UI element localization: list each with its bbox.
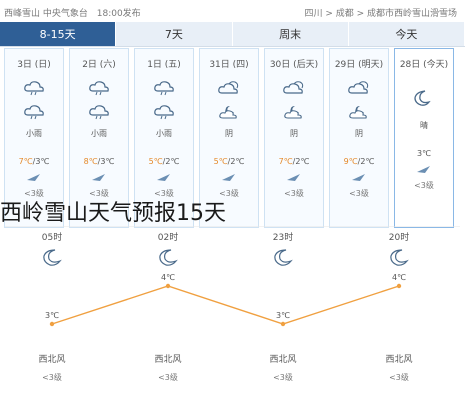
temp-point xyxy=(396,283,402,289)
publisher-text: 西峰雪山 中央气象台 18:00发布 xyxy=(4,6,141,19)
high-temp: 7℃ xyxy=(18,157,33,166)
wind-arrow-icon xyxy=(417,166,430,173)
hourly-forecast: 05时 3℃ 西北风 <3级 02时 4℃ 西北风 <3级 23时 3℃ 西北风 <3级 20时 4℃ 西北… xyxy=(0,226,465,400)
low-temp: /3℃ xyxy=(97,157,115,166)
low-temp: /2℃ xyxy=(357,157,375,166)
day-card-today[interactable]: 28日 (今天) 晴 3℃ <3级 xyxy=(394,48,454,228)
wind-level: <3级 xyxy=(389,372,409,382)
day-date: 3日 (日) xyxy=(17,60,51,70)
day-temp: 5℃/2℃ xyxy=(135,157,193,166)
cloudy-moon-icon xyxy=(390,249,409,266)
day-card[interactable]: 30日 (后天) 阴 7℃/2℃ <3级 xyxy=(264,48,324,228)
day-temp: 8℃/3℃ xyxy=(70,157,128,166)
tab-today[interactable]: 今天 xyxy=(349,22,465,46)
wind-level: <3级 xyxy=(349,189,369,198)
wind-arrow-icon xyxy=(352,174,365,181)
day-condition: 阴 xyxy=(355,129,363,138)
forecast-tabs: 8-15天 7天 周末 今天 xyxy=(0,22,465,47)
temp-point xyxy=(280,321,286,327)
cloudy-icon xyxy=(218,81,239,94)
wind-arrow-icon xyxy=(222,174,235,181)
cloud-rain-icon xyxy=(89,81,109,96)
day-date: 2日 (六) xyxy=(82,60,116,70)
hour-time: 02时 xyxy=(158,231,178,243)
high-temp: 7℃ xyxy=(278,157,293,166)
day-condition: 阴 xyxy=(290,129,298,138)
wind-level: <3级 xyxy=(414,181,434,190)
wind-arrow-icon xyxy=(27,174,40,181)
wind-level: <3级 xyxy=(273,372,293,382)
high-temp: 9℃ xyxy=(343,157,358,166)
high-temp: 8℃ xyxy=(83,157,98,166)
source-label: 西峰雪山 中央气象台 xyxy=(4,9,88,19)
cloud-rain-icon xyxy=(89,105,109,120)
day-date: 28日 (今天) xyxy=(399,60,449,70)
cloud-rain-icon xyxy=(24,105,44,120)
day-condition: 小雨 xyxy=(156,129,172,138)
temp-label: 4℃ xyxy=(392,273,406,282)
hour-time: 20时 xyxy=(389,231,409,243)
moon-icon xyxy=(414,90,431,106)
cloud-rain-icon xyxy=(24,81,44,96)
tab-7-days[interactable]: 7天 xyxy=(116,22,233,46)
day-temp: 9℃/2℃ xyxy=(330,157,388,166)
wind-arrow-icon xyxy=(287,174,300,181)
hourly-temp-chart: 05时 3℃ 西北风 <3级 02时 4℃ 西北风 <3级 23时 3℃ 西北风 <3级 20时 4℃ 西北… xyxy=(5,226,460,382)
day-temp: 5℃/2℃ xyxy=(200,157,258,166)
day-date: 29日 (明天) xyxy=(334,60,384,70)
day-temp: 7℃/3℃ xyxy=(5,157,63,166)
cloudy-icon xyxy=(283,81,304,94)
wind-level: <3级 xyxy=(284,189,304,198)
day-date: 30日 (后天) xyxy=(269,60,319,70)
page-title-overlay: 西岭雪山天气预报15天 xyxy=(0,201,226,226)
wind-arrow-icon xyxy=(92,174,105,181)
day-condition: 小雨 xyxy=(91,129,107,138)
tab-8-15-days[interactable]: 8-15天 xyxy=(0,22,117,46)
temp-point xyxy=(165,283,171,289)
low-temp: /2℃ xyxy=(227,157,245,166)
low-temp: 3℃ xyxy=(416,149,432,158)
cloud-rain-icon xyxy=(154,81,174,96)
temp-label: 3℃ xyxy=(45,311,59,320)
day-card[interactable]: 29日 (明天) 阴 9℃/2℃ <3级 xyxy=(329,48,389,228)
high-temp: 5℃ xyxy=(148,157,163,166)
day-temp: 3℃ xyxy=(395,149,453,158)
wind-arrow-icon xyxy=(157,174,170,181)
hour-time: 05时 xyxy=(42,231,62,243)
temp-line xyxy=(51,285,400,325)
moon-icon xyxy=(43,249,62,266)
wind-direction: 西北风 xyxy=(269,354,296,365)
updated-time: 18:00发布 xyxy=(96,9,141,19)
wind-direction: 西北风 xyxy=(154,354,181,365)
breadcrumb[interactable]: 四川 > 成都 > 成都市西岭雪山滑雪场 xyxy=(304,6,457,19)
tab-weekend[interactable]: 周末 xyxy=(233,22,349,46)
day-condition: 小雨 xyxy=(26,129,42,138)
temp-label: 3℃ xyxy=(276,311,290,320)
moon-icon xyxy=(159,249,178,266)
wind-level: <3级 xyxy=(158,372,178,382)
temp-point xyxy=(49,321,55,327)
cloudy-moon-icon xyxy=(349,106,367,119)
cloudy-moon-icon xyxy=(219,106,237,119)
low-temp: /2℃ xyxy=(292,157,310,166)
low-temp: /3℃ xyxy=(32,157,50,166)
cloudy-moon-icon xyxy=(284,106,302,119)
day-date: 31日 (四) xyxy=(209,60,249,70)
low-temp: /2℃ xyxy=(162,157,180,166)
top-bar: 西峰雪山 中央气象台 18:00发布 四川 > 成都 > 成都市西岭雪山滑雪场 xyxy=(0,0,465,22)
day-condition: 晴 xyxy=(420,121,428,130)
wind-level: <3级 xyxy=(42,372,62,382)
wind-direction: 西北风 xyxy=(385,354,412,365)
cloudy-icon xyxy=(348,81,369,94)
temp-label: 4℃ xyxy=(161,273,175,282)
hour-time: 23时 xyxy=(273,231,293,243)
day-condition: 阴 xyxy=(225,129,233,138)
cloud-rain-icon xyxy=(154,105,174,120)
high-temp: 5℃ xyxy=(213,157,228,166)
moon-icon xyxy=(274,249,293,266)
day-date: 1日 (五) xyxy=(147,60,181,70)
wind-direction: 西北风 xyxy=(38,354,65,365)
day-temp: 7℃/2℃ xyxy=(265,157,323,166)
